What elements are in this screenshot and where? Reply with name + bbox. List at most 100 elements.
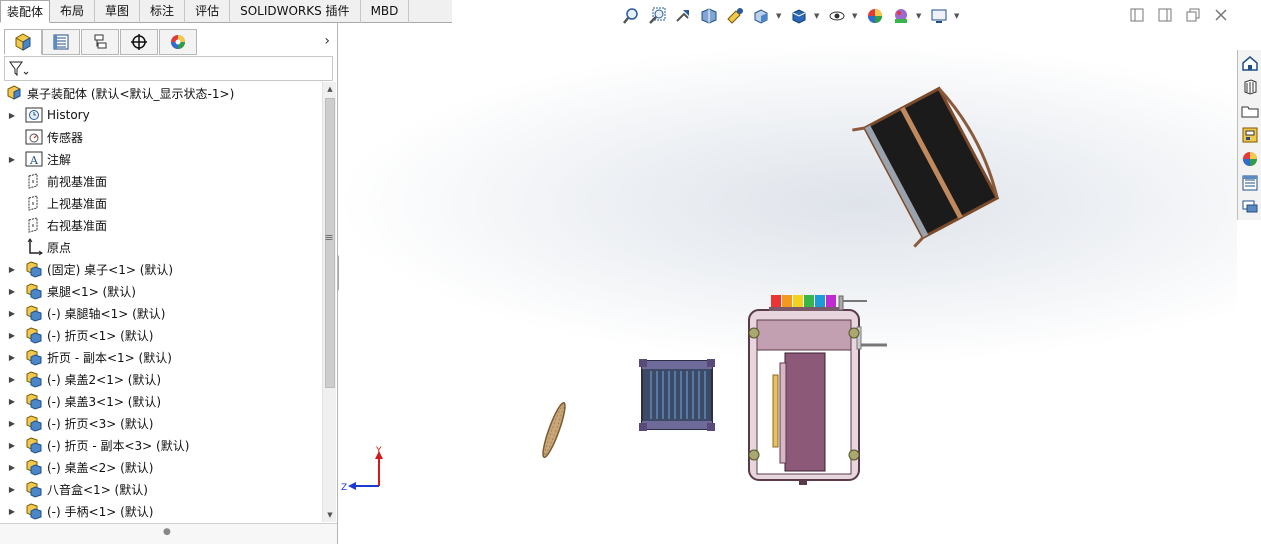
hide-show-dropdown-icon[interactable]: ▼ bbox=[852, 12, 860, 20]
panel-resize-icon[interactable]: ● bbox=[163, 527, 171, 537]
expand-arrow-icon[interactable]: ▶ bbox=[6, 441, 18, 450]
tree-item[interactable]: 前视基准面 bbox=[0, 170, 322, 192]
expand-arrow-icon[interactable]: ▶ bbox=[6, 287, 18, 296]
expand-arrow-icon[interactable]: ▶ bbox=[6, 485, 18, 494]
expand-arrow-icon[interactable]: ▶ bbox=[6, 507, 18, 516]
command-tab[interactable]: MBD bbox=[361, 0, 410, 23]
apply-scene-dropdown-icon[interactable]: ▼ bbox=[916, 12, 924, 20]
tree-item[interactable]: ▶ (-) 桌盖<2> (默认) bbox=[0, 456, 322, 478]
command-tab[interactable]: SOLIDWORKS 插件 bbox=[230, 0, 361, 23]
apply-scene-icon[interactable] bbox=[890, 5, 912, 27]
view-orientation-dropdown-icon[interactable]: ▼ bbox=[776, 12, 784, 20]
command-tab[interactable]: 评估 bbox=[185, 0, 231, 23]
display-style-icon[interactable] bbox=[788, 5, 810, 27]
command-tab[interactable]: 布局 bbox=[50, 0, 96, 23]
custom-properties-icon[interactable] bbox=[1239, 172, 1261, 194]
view-settings-icon[interactable] bbox=[928, 5, 950, 27]
tree-item[interactable]: 传感器 bbox=[0, 126, 322, 148]
tile-left-icon[interactable] bbox=[1128, 6, 1146, 24]
music-box-colors bbox=[771, 295, 836, 309]
section-view-icon[interactable] bbox=[698, 5, 720, 27]
model-canvas: Y Z bbox=[341, 86, 1000, 493]
forum-icon[interactable] bbox=[1239, 196, 1261, 218]
hide-show-items-icon[interactable] bbox=[826, 5, 848, 27]
featuremanager-icon[interactable] bbox=[4, 29, 42, 55]
expand-arrow-icon[interactable]: ▶ bbox=[6, 375, 18, 384]
command-tab[interactable]: 草图 bbox=[95, 0, 141, 23]
restore-icon[interactable] bbox=[1184, 6, 1202, 24]
close-icon[interactable] bbox=[1212, 6, 1230, 24]
appearances-icon[interactable] bbox=[1239, 148, 1261, 170]
graphics-area[interactable]: Y Z bbox=[339, 23, 1237, 544]
design-library-icon[interactable] bbox=[1239, 76, 1261, 98]
tree-item[interactable]: ▶ (-) 折页<3> (默认) bbox=[0, 412, 322, 434]
table-top-model bbox=[852, 86, 1000, 248]
panel-collapse-icon[interactable]: › bbox=[324, 33, 330, 49]
dimxpert-icon[interactable] bbox=[120, 29, 158, 55]
dynamic-annotation-icon[interactable] bbox=[724, 5, 746, 27]
task-pane bbox=[1237, 50, 1261, 220]
view-palette-icon[interactable] bbox=[1239, 124, 1261, 146]
panel-grip-icon[interactable]: ≡ bbox=[322, 231, 336, 251]
tree-item[interactable]: ▶ History bbox=[0, 104, 322, 126]
part-icon bbox=[24, 326, 44, 344]
scroll-up-icon[interactable]: ▲ bbox=[323, 82, 337, 96]
previous-view-icon[interactable] bbox=[672, 5, 694, 27]
zoom-to-fit-icon[interactable] bbox=[620, 5, 642, 27]
solidworks-resources-icon[interactable] bbox=[1239, 52, 1261, 74]
expand-arrow-icon[interactable]: ▶ bbox=[6, 463, 18, 472]
display-style-dropdown-icon[interactable]: ▼ bbox=[814, 12, 822, 20]
tree-item[interactable]: ▶ (-) 折页 - 副本<3> (默认) bbox=[0, 434, 322, 456]
expand-arrow-icon[interactable]: ▶ bbox=[6, 111, 18, 120]
tree-item[interactable]: ▶ (-) 桌腿轴<1> (默认) bbox=[0, 302, 322, 324]
tree-item[interactable]: ▶ (固定) 桌子<1> (默认) bbox=[0, 258, 322, 280]
tree-filter[interactable] bbox=[4, 56, 333, 81]
expand-arrow-icon[interactable]: ▶ bbox=[6, 419, 18, 428]
view-orientation-icon[interactable] bbox=[750, 5, 772, 27]
tree-item[interactable]: ▶ 折页 - 副本<1> (默认) bbox=[0, 346, 322, 368]
filter-icon[interactable] bbox=[8, 60, 30, 78]
part-icon bbox=[24, 282, 44, 300]
tree-root[interactable]: 桌子装配体 (默认<默认_显示状态-1>) bbox=[0, 82, 322, 104]
edit-appearance-icon[interactable] bbox=[864, 5, 886, 27]
zoom-to-area-icon[interactable] bbox=[646, 5, 668, 27]
configurationmanager-icon[interactable] bbox=[81, 29, 119, 55]
tree-item-label: (-) 桌盖3<1> (默认) bbox=[47, 394, 162, 409]
tree-item[interactable]: ▶ (-) 桌盖2<1> (默认) bbox=[0, 368, 322, 390]
tree-item-label: (-) 手柄<1> (默认) bbox=[47, 504, 154, 519]
tree-item[interactable]: 右视基准面 bbox=[0, 214, 322, 236]
command-tab[interactable]: 标注 bbox=[140, 0, 186, 23]
tree-item[interactable]: ▶ (-) 折页<1> (默认) bbox=[0, 324, 322, 346]
tree-item-label: (-) 折页 - 副本<3> (默认) bbox=[47, 438, 190, 453]
scroll-down-icon[interactable]: ▼ bbox=[323, 508, 337, 522]
feature-manager-panel: › 桌子装配体 (默认<默认_显示状态-1>) ▶ History 传感器 ▶ A 注解前… bbox=[0, 23, 338, 544]
tree-item[interactable]: 原点 bbox=[0, 236, 322, 258]
tree-item[interactable]: ▶ A 注解 bbox=[0, 148, 322, 170]
window-controls bbox=[1128, 6, 1230, 24]
part-icon bbox=[24, 458, 44, 476]
tile-right-icon[interactable] bbox=[1156, 6, 1174, 24]
expand-arrow-icon[interactable]: ▶ bbox=[6, 353, 18, 362]
expand-arrow-icon[interactable]: ▶ bbox=[6, 309, 18, 318]
tree-item[interactable]: ▶ (-) 手柄<1> (默认) bbox=[0, 500, 322, 522]
tree-scrollbar[interactable]: ▲ ▼ bbox=[322, 82, 336, 522]
tree-item[interactable]: ▶ 桌腿<1> (默认) bbox=[0, 280, 322, 302]
expand-arrow-icon[interactable]: ▶ bbox=[6, 265, 18, 274]
tree-item[interactable]: ▶ (-) 桌盖3<1> (默认) bbox=[0, 390, 322, 412]
part-icon bbox=[24, 436, 44, 454]
part-icon bbox=[24, 502, 44, 520]
expand-arrow-icon[interactable]: ▶ bbox=[6, 397, 18, 406]
tree-item-label: (-) 桌腿轴<1> (默认) bbox=[47, 306, 166, 321]
cylinder-model bbox=[639, 359, 715, 431]
view-settings-dropdown-icon[interactable]: ▼ bbox=[954, 12, 962, 20]
tree-item[interactable]: 上视基准面 bbox=[0, 192, 322, 214]
command-tab[interactable]: 装配体 bbox=[0, 0, 51, 23]
expand-arrow-icon[interactable]: ▶ bbox=[6, 155, 18, 164]
propertymanager-icon[interactable] bbox=[42, 29, 80, 55]
expand-arrow-icon[interactable]: ▶ bbox=[6, 331, 18, 340]
displaymanager-icon[interactable] bbox=[159, 29, 197, 55]
tree-item-label: 前视基准面 bbox=[47, 174, 108, 189]
triad-z-label: Z bbox=[341, 483, 347, 493]
file-explorer-icon[interactable] bbox=[1239, 100, 1261, 122]
tree-item[interactable]: ▶ 八音盒<1> (默认) bbox=[0, 478, 322, 500]
